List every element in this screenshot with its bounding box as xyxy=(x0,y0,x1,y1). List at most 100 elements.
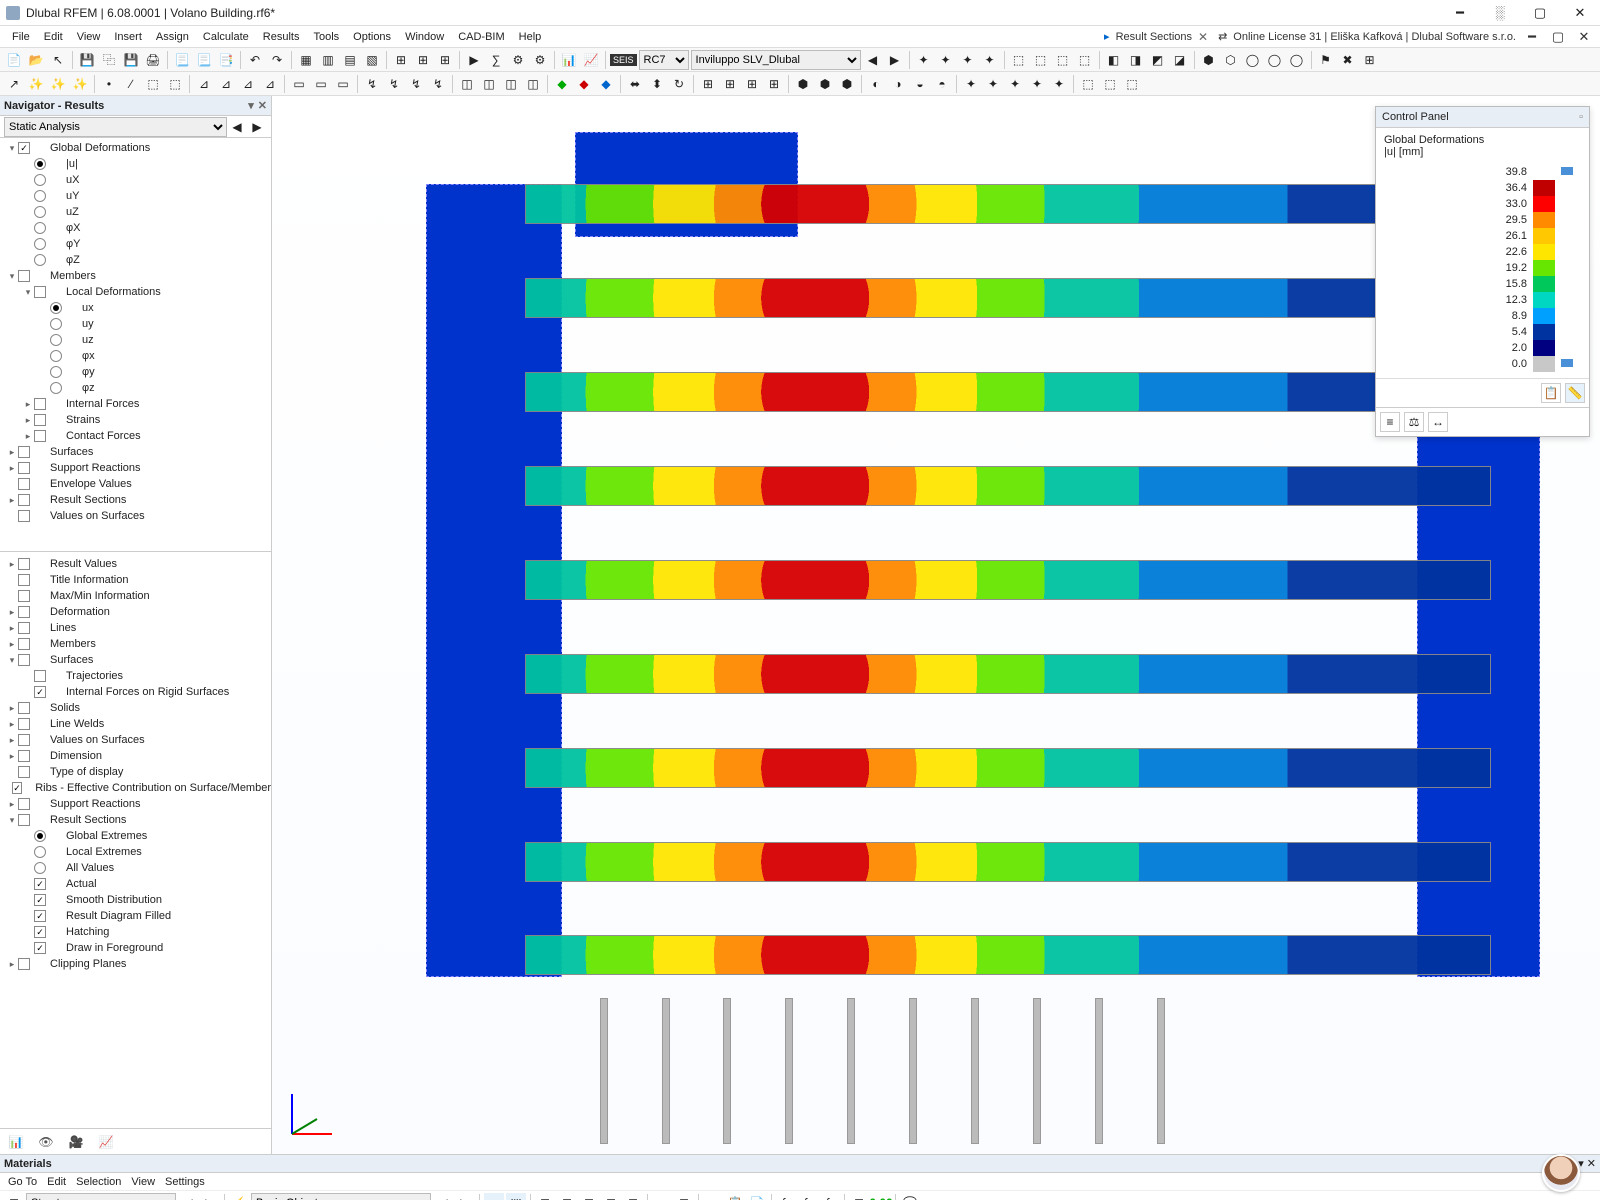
tree-item[interactable]: Internal Forces on Rigid Surfaces xyxy=(0,684,271,700)
v4-icon[interactable]: ◫ xyxy=(523,74,543,94)
tree-item[interactable]: ▸Clipping Planes xyxy=(0,956,271,972)
bp-menu-view[interactable]: View xyxy=(131,1176,155,1188)
v1-icon[interactable]: ◫ xyxy=(457,74,477,94)
tree-item[interactable]: uz xyxy=(0,332,271,348)
tree-item[interactable]: Values on Surfaces xyxy=(0,508,271,524)
tree-radio[interactable] xyxy=(34,846,46,858)
cp-tab3-icon[interactable]: ↔ xyxy=(1428,412,1448,432)
table2-icon[interactable]: ⊞ xyxy=(413,50,433,70)
tree-item[interactable]: ▸Result Sections xyxy=(0,492,271,508)
menu-tools[interactable]: Tools xyxy=(307,29,345,45)
x1-icon[interactable]: ✦ xyxy=(961,74,981,94)
l1-icon[interactable]: ↯ xyxy=(362,74,382,94)
save-icon[interactable]: 💾 xyxy=(77,50,97,70)
nav-cam-icon[interactable]: 🎥 xyxy=(66,1132,86,1152)
redo-icon[interactable]: ↷ xyxy=(267,50,287,70)
copy-icon[interactable]: ⿻ xyxy=(99,50,119,70)
menu-calculate[interactable]: Calculate xyxy=(197,29,255,45)
w2-icon[interactable]: ◑ xyxy=(888,74,908,94)
bp-t9[interactable]: 📋 xyxy=(725,1193,745,1200)
t-c2[interactable]: ◨ xyxy=(1126,50,1146,70)
tree-radio[interactable] xyxy=(50,366,62,378)
p3-icon[interactable]: ⬢ xyxy=(837,74,857,94)
sel-icon[interactable]: ↗ xyxy=(4,74,24,94)
w1-icon[interactable]: ◐ xyxy=(866,74,886,94)
saveall-icon[interactable]: 💾 xyxy=(121,50,141,70)
bp-fx3-icon[interactable]: fx xyxy=(820,1193,840,1200)
bp-t4[interactable]: ⊞ xyxy=(601,1193,621,1200)
v2-icon[interactable]: ◫ xyxy=(479,74,499,94)
tree-checkbox[interactable] xyxy=(18,590,30,602)
tree-checkbox[interactable] xyxy=(34,414,46,426)
bp-help-icon[interactable]: 💬 xyxy=(900,1193,920,1200)
tree-checkbox[interactable] xyxy=(18,622,30,634)
tree-checkbox[interactable] xyxy=(34,286,46,298)
tree-item[interactable]: Envelope Values xyxy=(0,476,271,492)
m2-icon[interactable]: ⊿ xyxy=(216,74,236,94)
tree-item[interactable]: φz xyxy=(0,380,271,396)
w3-icon[interactable]: ◒ xyxy=(910,74,930,94)
tree-checkbox[interactable] xyxy=(18,446,30,458)
t-b1[interactable]: ⬚ xyxy=(1009,50,1029,70)
model-viewport[interactable]: Control Panel▫ Global Deformations |u| [… xyxy=(272,96,1600,1154)
res1-icon[interactable]: 📊 xyxy=(559,50,579,70)
tree-item[interactable]: ▸Internal Forces xyxy=(0,396,271,412)
l4-icon[interactable]: ↯ xyxy=(428,74,448,94)
doc-min-button[interactable]: ━ xyxy=(1522,28,1542,46)
support-avatar[interactable] xyxy=(1542,1154,1580,1192)
t-d1[interactable]: ⬢ xyxy=(1199,50,1219,70)
tree-checkbox[interactable] xyxy=(34,878,46,890)
layout1-icon[interactable]: ▦ xyxy=(296,50,316,70)
bp-fx2-icon[interactable]: fx xyxy=(798,1193,818,1200)
cursor-icon[interactable]: ↖ xyxy=(48,50,68,70)
bp-fx-icon[interactable]: fx xyxy=(776,1193,796,1200)
tree-radio[interactable] xyxy=(34,254,46,266)
structure-combo[interactable]: Structure xyxy=(26,1193,176,1200)
tree-item[interactable]: Trajectories xyxy=(0,668,271,684)
menu-assign[interactable]: Assign xyxy=(150,29,195,45)
bp-menu-go-to[interactable]: Go To xyxy=(8,1176,37,1188)
tree-item[interactable]: uy xyxy=(0,316,271,332)
tree-radio[interactable] xyxy=(50,302,62,314)
tree-checkbox[interactable] xyxy=(34,910,46,922)
tree-item[interactable]: Ribs - Effective Contribution on Surface… xyxy=(0,780,271,796)
tree-item[interactable]: ▸Support Reactions xyxy=(0,460,271,476)
tree-checkbox[interactable] xyxy=(18,638,30,650)
bp-close-icon[interactable]: ✕ xyxy=(1587,1158,1596,1170)
calc4-icon[interactable]: ⚙ xyxy=(530,50,550,70)
tree-item[interactable]: ▸Values on Surfaces xyxy=(0,732,271,748)
tree-checkbox[interactable] xyxy=(12,782,22,794)
calc-icon[interactable]: ▶ xyxy=(464,50,484,70)
tree-radio[interactable] xyxy=(50,350,62,362)
doc2-icon[interactable]: 📃 xyxy=(194,50,214,70)
m1-icon[interactable]: ⊿ xyxy=(194,74,214,94)
menu-file[interactable]: File xyxy=(6,29,36,45)
tree-item[interactable]: φX xyxy=(0,220,271,236)
r2-icon[interactable]: ⬍ xyxy=(647,74,667,94)
bp-u2[interactable]: 0.00 xyxy=(871,1193,891,1200)
tree-radio[interactable] xyxy=(34,830,46,842)
x5-icon[interactable]: ✦ xyxy=(1049,74,1069,94)
n3-icon[interactable]: ⬚ xyxy=(143,74,163,94)
s1-icon[interactable]: ▭ xyxy=(289,74,309,94)
bp-t6[interactable]: ⇥ xyxy=(652,1193,672,1200)
tree-radio[interactable] xyxy=(34,222,46,234)
t-b4[interactable]: ⬚ xyxy=(1075,50,1095,70)
bp-menu-settings[interactable]: Settings xyxy=(165,1176,205,1188)
bp-u1[interactable]: ⊞ xyxy=(849,1193,869,1200)
tree-item[interactable]: ▸Members xyxy=(0,636,271,652)
bp-filter-icon[interactable]: ⚡ xyxy=(229,1193,249,1200)
table3-icon[interactable]: ⊞ xyxy=(435,50,455,70)
menu-edit[interactable]: Edit xyxy=(38,29,69,45)
rc-combo[interactable]: RC7 xyxy=(639,50,689,70)
t-d3[interactable]: ◯ xyxy=(1243,50,1263,70)
tree-item[interactable]: ▸Strains xyxy=(0,412,271,428)
w4-icon[interactable]: ◓ xyxy=(932,74,952,94)
t-a2[interactable]: ✦ xyxy=(936,50,956,70)
doc-name[interactable]: Result Sections xyxy=(1116,31,1192,43)
y3-icon[interactable]: ⬚ xyxy=(1122,74,1142,94)
cp-scale-icon[interactable]: 📏 xyxy=(1565,383,1585,403)
bp-t2[interactable]: ⊞ xyxy=(557,1193,577,1200)
license-info[interactable]: Online License 31 | Eliška Kafková | Dlu… xyxy=(1233,31,1516,43)
nav-prev-icon[interactable]: ◀ xyxy=(227,117,247,137)
